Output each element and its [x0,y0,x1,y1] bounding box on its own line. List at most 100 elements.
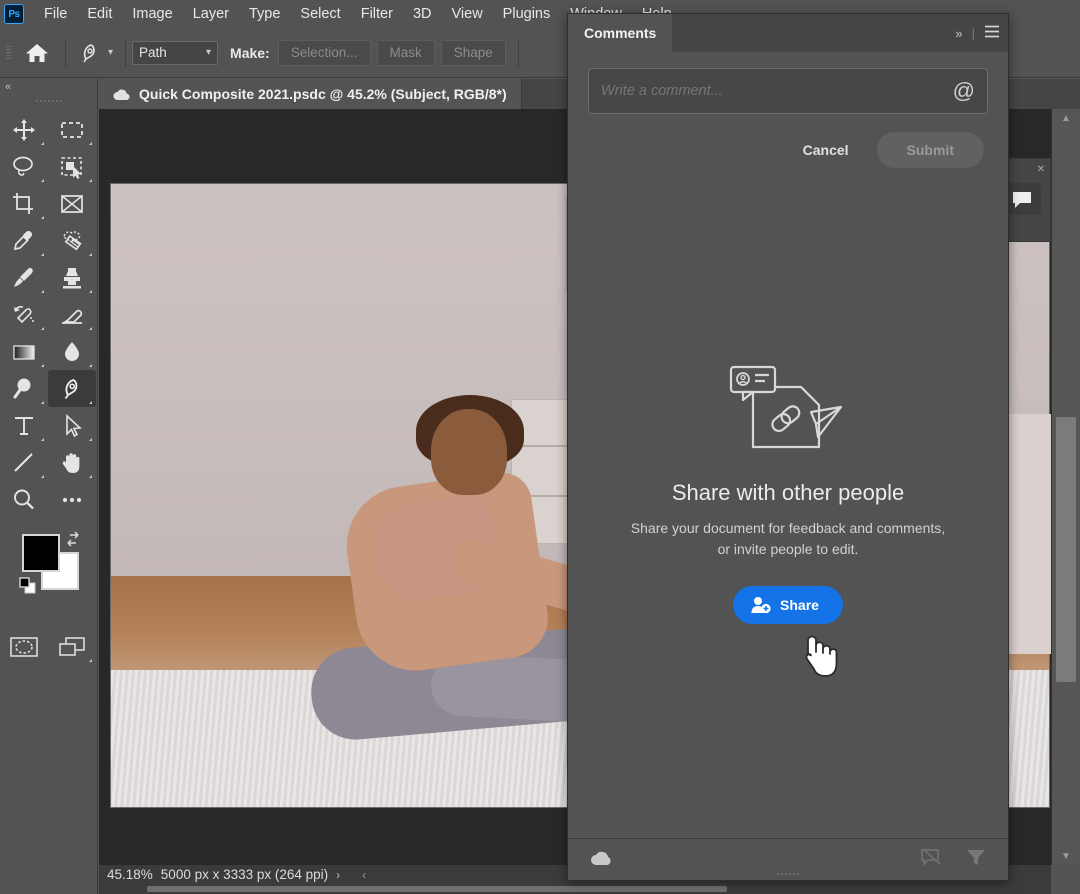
make-shape-button[interactable]: Shape [441,40,506,66]
hand-tool[interactable] [48,444,96,481]
tool-more-indicator [89,327,92,330]
horizontal-type-tool[interactable] [0,407,48,444]
share-button-label: Share [780,597,819,613]
tool-more-indicator [41,401,44,404]
move-tool[interactable] [0,111,48,148]
menu-plugins[interactable]: Plugins [493,2,561,26]
foreground-color-swatch[interactable] [22,534,60,572]
canvas-vertical-scrollbar[interactable]: ▲ ▼ [1051,109,1080,865]
dodge-icon [11,376,37,402]
comment-bubble-icon [1011,190,1033,209]
lasso-icon [11,154,37,180]
ellipsis-icon [59,487,85,513]
vscroll-thumb[interactable] [1056,417,1076,682]
close-icon[interactable]: ✕ [1037,164,1045,175]
make-label: Make: [230,45,270,61]
cancel-button[interactable]: Cancel [793,136,859,164]
gradient-tool[interactable] [0,333,48,370]
toolbar-grip[interactable] [0,95,97,107]
crop-icon [11,191,37,217]
eyedropper-tool[interactable] [0,222,48,259]
scroll-down-arrow[interactable]: ▼ [1052,847,1080,865]
menu-filter[interactable]: Filter [351,2,403,26]
hscroll-thumb[interactable] [147,886,727,892]
toolbar-collapse-button[interactable]: « [0,79,97,95]
move-icon [11,117,37,143]
submit-button[interactable]: Submit [877,132,984,168]
share-document-link-icon [723,362,853,462]
pen-icon [59,376,85,402]
tool-more-indicator [89,142,92,145]
comment-input[interactable] [601,83,953,99]
menu-layer[interactable]: Layer [183,2,239,26]
tab-comments[interactable]: Comments [568,14,672,52]
make-selection-button[interactable]: Selection... [278,40,371,66]
make-mask-button[interactable]: Mask [377,40,435,66]
screen-mode-icon [57,635,87,659]
tool-more-indicator [89,253,92,256]
quick-mask-button[interactable] [0,628,48,665]
default-colors-icon[interactable] [18,576,38,601]
menu-file[interactable]: File [34,2,77,26]
brush-tool[interactable] [0,259,48,296]
at-mention-icon[interactable]: @ [953,80,975,102]
clone-stamp-tool[interactable] [48,259,96,296]
vscroll-track[interactable] [1052,127,1080,847]
comments-panel-grip[interactable] [568,870,1008,878]
comment-input-wrapper[interactable]: @ [588,68,988,114]
menu-select[interactable]: Select [290,2,350,26]
comments-panel-controls: » | [955,14,1000,52]
rectangular-marquee-tool[interactable] [48,111,96,148]
crop-tool[interactable] [0,185,48,222]
dodge-tool[interactable] [0,370,48,407]
home-button[interactable] [15,33,59,73]
document-dimensions: 5000 px x 3333 px (264 ppi) [161,867,328,882]
status-forward-chevron[interactable]: › [336,868,340,882]
menu-type[interactable]: Type [239,2,290,26]
tool-more-indicator [89,438,92,441]
color-swatches [0,528,97,628]
tool-more-indicator [89,475,92,478]
swap-colors-icon[interactable] [64,530,82,551]
line-icon [11,450,37,476]
double-chevron-right-icon[interactable]: » [955,26,962,41]
history-brush-tool[interactable] [0,296,48,333]
zoom-level[interactable]: 45.18% [107,867,153,882]
path-mode-dropdown[interactable]: Path ▾ [132,41,218,65]
share-button[interactable]: Share [733,586,843,624]
pen-tool[interactable] [48,370,96,407]
tools-panel: « [0,79,98,894]
scroll-up-arrow[interactable]: ▲ [1052,109,1080,127]
line-tool[interactable] [0,444,48,481]
menu-view[interactable]: View [442,2,493,26]
path-selection-tool[interactable] [48,407,96,444]
hide-comments-icon[interactable] [920,848,942,871]
menu-image[interactable]: Image [122,2,182,26]
pen-tool-icon [78,41,102,65]
options-divider-3 [518,39,519,67]
edit-toolbar-button[interactable] [48,481,96,518]
menu-3d[interactable]: 3D [403,2,442,26]
share-empty-subtitle: Share your document for feedback and com… [623,518,953,560]
tool-more-indicator [89,179,92,182]
cloud-icon [113,88,131,101]
menu-edit[interactable]: Edit [77,2,122,26]
blur-tool[interactable] [48,333,96,370]
status-back-chevron[interactable]: ‹ [362,868,366,882]
lasso-tool[interactable] [0,148,48,185]
screen-mode-button[interactable] [48,628,96,665]
tool-more-indicator [41,142,44,145]
object-selection-tool[interactable] [48,148,96,185]
filter-funnel-icon[interactable] [966,848,986,872]
document-tab[interactable]: Quick Composite 2021.psdc @ 45.2% (Subje… [99,79,522,109]
tool-preset-picker[interactable]: ▾ [72,41,119,65]
options-bar-grip[interactable] [3,38,15,68]
eyedropper-icon [11,228,37,254]
cloud-sync-icon[interactable] [590,849,614,871]
hamburger-menu-icon[interactable] [984,25,1000,41]
frame-tool[interactable] [48,185,96,222]
eraser-tool[interactable] [48,296,96,333]
zoom-tool[interactable] [0,481,48,518]
spot-healing-brush-tool[interactable] [48,222,96,259]
canvas-horizontal-scrollbar[interactable] [99,884,1051,894]
